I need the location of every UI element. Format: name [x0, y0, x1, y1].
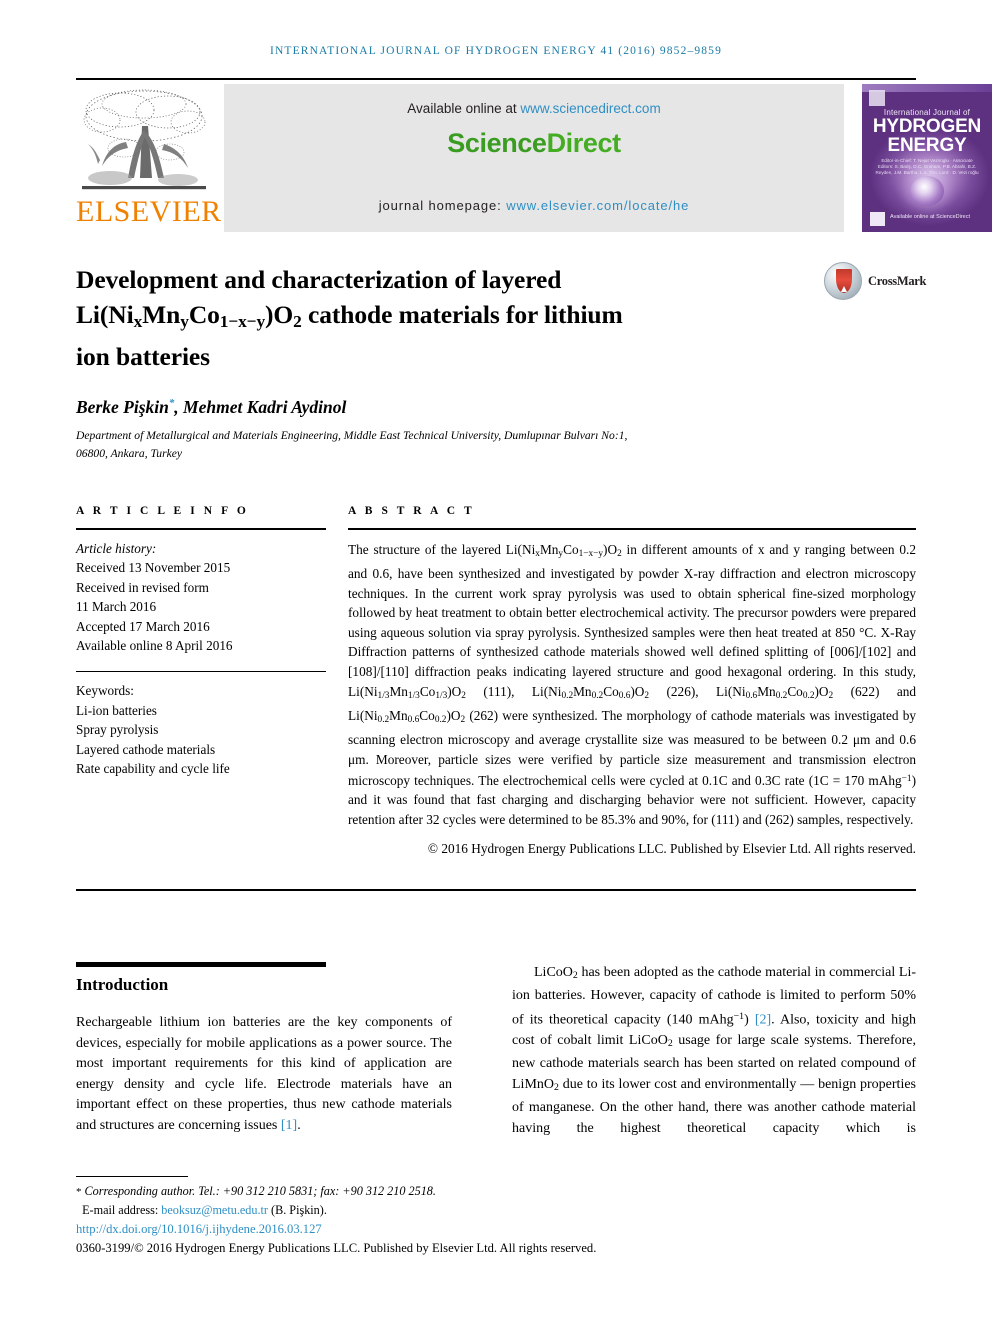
article-info-column: A R T I C L E I N F O Article history: R…	[76, 505, 326, 779]
journal-homepage-link[interactable]: www.elsevier.com/locate/he	[506, 198, 689, 213]
available-online-text: Available online at	[407, 101, 521, 116]
title-line-3: ion batteries	[76, 341, 210, 371]
keyword-3: Rate capability and cycle life	[76, 761, 230, 777]
abstract-column: A B S T R A C T The structure of the lay…	[348, 505, 916, 858]
crossmark-icon	[824, 262, 862, 300]
keywords-block: Keywords: Li-ion batteries Spray pyrolys…	[76, 681, 326, 779]
email-link[interactable]: beoksuz@metu.edu.tr	[161, 1203, 268, 1217]
introduction-heading: Introduction	[76, 975, 169, 994]
affiliation: Department of Metallurgical and Material…	[76, 427, 866, 463]
sciencedirect-logo-direct: Direct	[546, 128, 622, 158]
author-primary: Berke Pişkin	[76, 397, 169, 417]
article-history: Article history: Received 13 November 20…	[76, 539, 326, 657]
cover-publisher-mark	[869, 90, 885, 106]
keyword-0: Li-ion batteries	[76, 702, 157, 718]
keywords-label: Keywords:	[76, 683, 134, 699]
cover-editors: Editor-in-Chief: T. Nejat Veziroglu · As…	[875, 158, 979, 175]
affiliation-line-2: 06800, Ankara, Turkey	[76, 447, 183, 460]
keyword-1: Spray pyrolysis	[76, 722, 159, 738]
introduction-bar	[76, 962, 326, 967]
doi-link[interactable]: http://dx.doi.org/10.1016/j.ijhydene.201…	[76, 1222, 322, 1237]
email-label: E-mail address:	[82, 1202, 162, 1217]
history-item-3: Accepted 17 March 2016	[76, 618, 210, 634]
abstract-rule	[348, 528, 916, 530]
elsevier-logo: ELSEVIER	[76, 84, 222, 232]
journal-homepage-line: journal homepage: www.elsevier.com/locat…	[224, 198, 844, 213]
keywords-rule	[76, 671, 326, 673]
title-line-2: Li(NixMnyCo1−x−y)O2 cathode materials fo…	[76, 300, 623, 331]
page-title: Development and characterization of laye…	[76, 262, 776, 374]
sciencedirect-logo-science: Science	[447, 128, 547, 158]
corresponding-author-note: Corresponding author. Tel.: +90 312 210 …	[81, 1184, 436, 1198]
history-item-0: Received 13 November 2015	[76, 560, 231, 576]
journal-cover-thumbnail[interactable]: International Journal of HYDROGEN ENERGY…	[862, 84, 992, 232]
cover-sciencedirect-label: Available online at ScienceDirect	[890, 214, 970, 220]
introduction-paragraph: Rechargeable lithium ion batteries are t…	[76, 1013, 452, 1136]
history-item-1: Received in revised form	[76, 579, 209, 595]
footnote-rule	[76, 1176, 188, 1177]
footnote-block: * Corresponding author. Tel.: +90 312 21…	[76, 1183, 776, 1219]
abstract-text: The structure of the layered Li(NixMnyCo…	[348, 541, 917, 827]
cover-title-line2: HYDROGEN	[872, 116, 982, 137]
journal-homepage-label: journal homepage:	[378, 198, 507, 213]
running-head: International Journal of Hydrogen Energy…	[270, 45, 722, 57]
title-line-1: Development and characterization of laye…	[76, 265, 562, 294]
issn-copyright: 0360-3199/© 2016 Hydrogen Energy Publica…	[76, 1241, 597, 1255]
section-separator-rule	[76, 889, 916, 891]
article-info-rule	[76, 528, 326, 530]
crossmark-label: CrossMark	[868, 274, 927, 288]
right-column-paragraph: LiCoO2 has been adopted as the cathode m…	[512, 963, 916, 1139]
article-info-heading: A R T I C L E I N F O	[76, 505, 249, 517]
masthead: ELSEVIER Available online at www.science…	[76, 84, 992, 232]
crossmark-badge[interactable]: CrossMark	[824, 262, 927, 306]
keyword-2: Layered cathode materials	[76, 741, 216, 757]
citation-2[interactable]: [2]	[755, 1012, 771, 1027]
history-item-2: 11 March 2016	[76, 599, 157, 615]
sciencedirect-logo[interactable]: ScienceDirect	[224, 128, 844, 159]
elsevier-wordmark: ELSEVIER	[76, 195, 222, 228]
citation-1[interactable]: [1]	[281, 1118, 297, 1133]
email-suffix: (B. Pişkin).	[267, 1202, 327, 1217]
cover-orb-graphic	[910, 176, 944, 206]
abstract-heading: A B S T R A C T	[348, 505, 475, 517]
paper-page: International Journal of Hydrogen Energy…	[0, 0, 992, 1323]
right-para-1: LiCoO2 has been adopted as the cathode m…	[512, 965, 917, 1136]
author-list: Berke Pişkin*, Mehmet Kadri Aydinol	[76, 397, 776, 418]
available-online-line: Available online at www.sciencedirect.co…	[224, 101, 844, 116]
sciencedirect-band: Available online at www.sciencedirect.co…	[224, 84, 844, 232]
intro-para-1: Rechargeable lithium ion batteries are t…	[76, 1015, 452, 1133]
elsevier-tree-icon	[82, 89, 206, 190]
cover-title-line3: ENERGY	[887, 135, 967, 156]
history-item-4: Available online 8 April 2016	[76, 638, 233, 654]
author-secondary: , Mehmet Kadri Aydinol	[174, 397, 347, 417]
affiliation-line-1: Department of Metallurgical and Material…	[76, 429, 628, 442]
crossmark-book-glyph	[836, 269, 852, 293]
sciencedirect-link[interactable]: www.sciencedirect.com	[520, 101, 660, 116]
cover-bottom-mark	[870, 212, 885, 226]
article-history-label: Article history:	[76, 540, 157, 556]
header-top-rule	[76, 78, 916, 80]
abstract-copyright: © 2016 Hydrogen Energy Publications LLC.…	[427, 840, 916, 856]
